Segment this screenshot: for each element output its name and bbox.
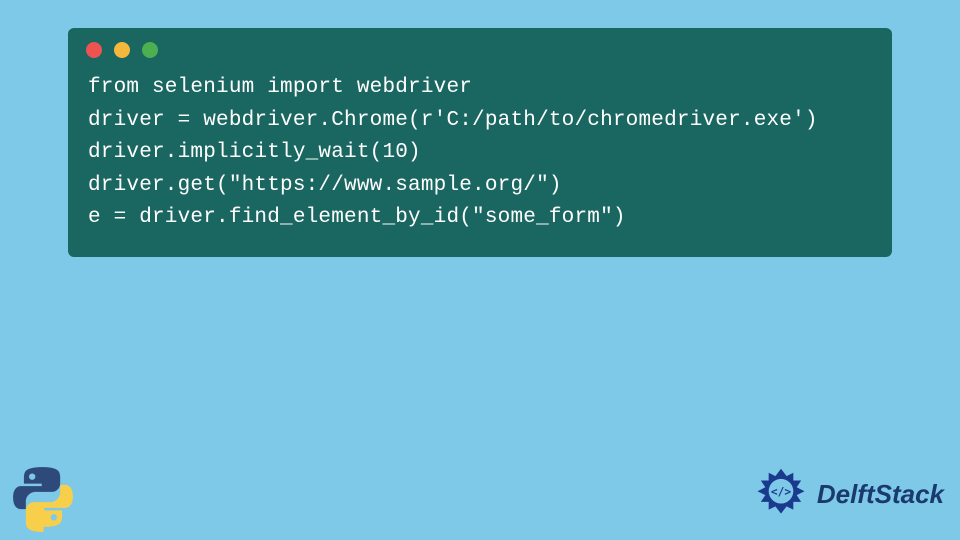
maximize-icon[interactable] [142, 42, 158, 58]
code-window: from selenium import webdriver driver = … [68, 28, 892, 257]
code-line: driver.implicitly_wait(10) [88, 137, 872, 170]
delftstack-logo-icon: </> [753, 466, 809, 522]
code-area: from selenium import webdriver driver = … [68, 68, 892, 239]
minimize-icon[interactable] [114, 42, 130, 58]
brand-name: DelftStack [817, 479, 944, 510]
code-line: driver = webdriver.Chrome(r'C:/path/to/c… [88, 105, 872, 138]
python-logo-icon [8, 462, 78, 532]
code-line: from selenium import webdriver [88, 72, 872, 105]
code-line: e = driver.find_element_by_id("some_form… [88, 202, 872, 235]
window-titlebar [68, 28, 892, 68]
code-line: driver.get("https://www.sample.org/") [88, 170, 872, 203]
close-icon[interactable] [86, 42, 102, 58]
svg-text:</>: </> [771, 486, 791, 499]
brand-footer: </> DelftStack [753, 466, 944, 522]
